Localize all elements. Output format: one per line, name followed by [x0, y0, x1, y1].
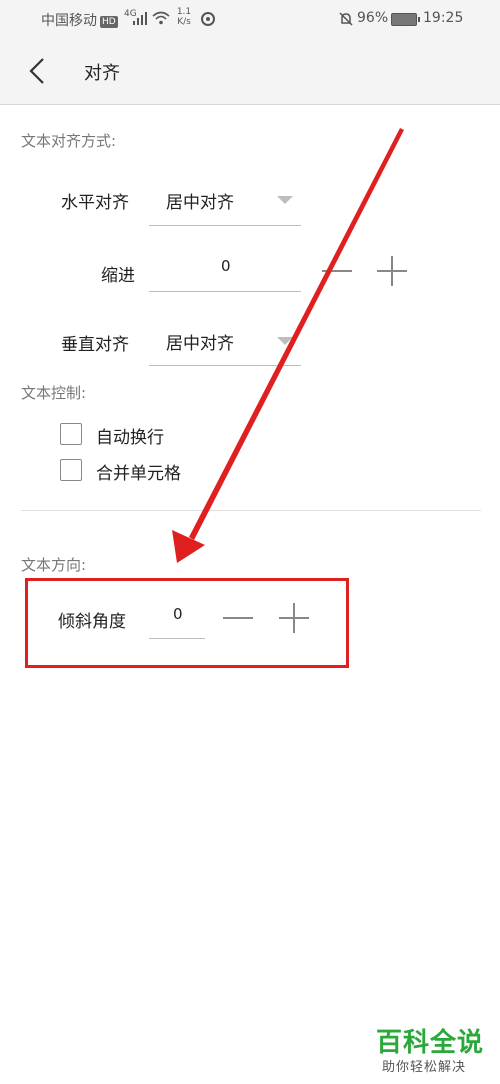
watermark-logo: 百科全说: [376, 1028, 485, 1058]
watermark-slogan: 助你轻松解决: [382, 1060, 467, 1075]
annotation-arrow-icon: [172, 128, 404, 563]
